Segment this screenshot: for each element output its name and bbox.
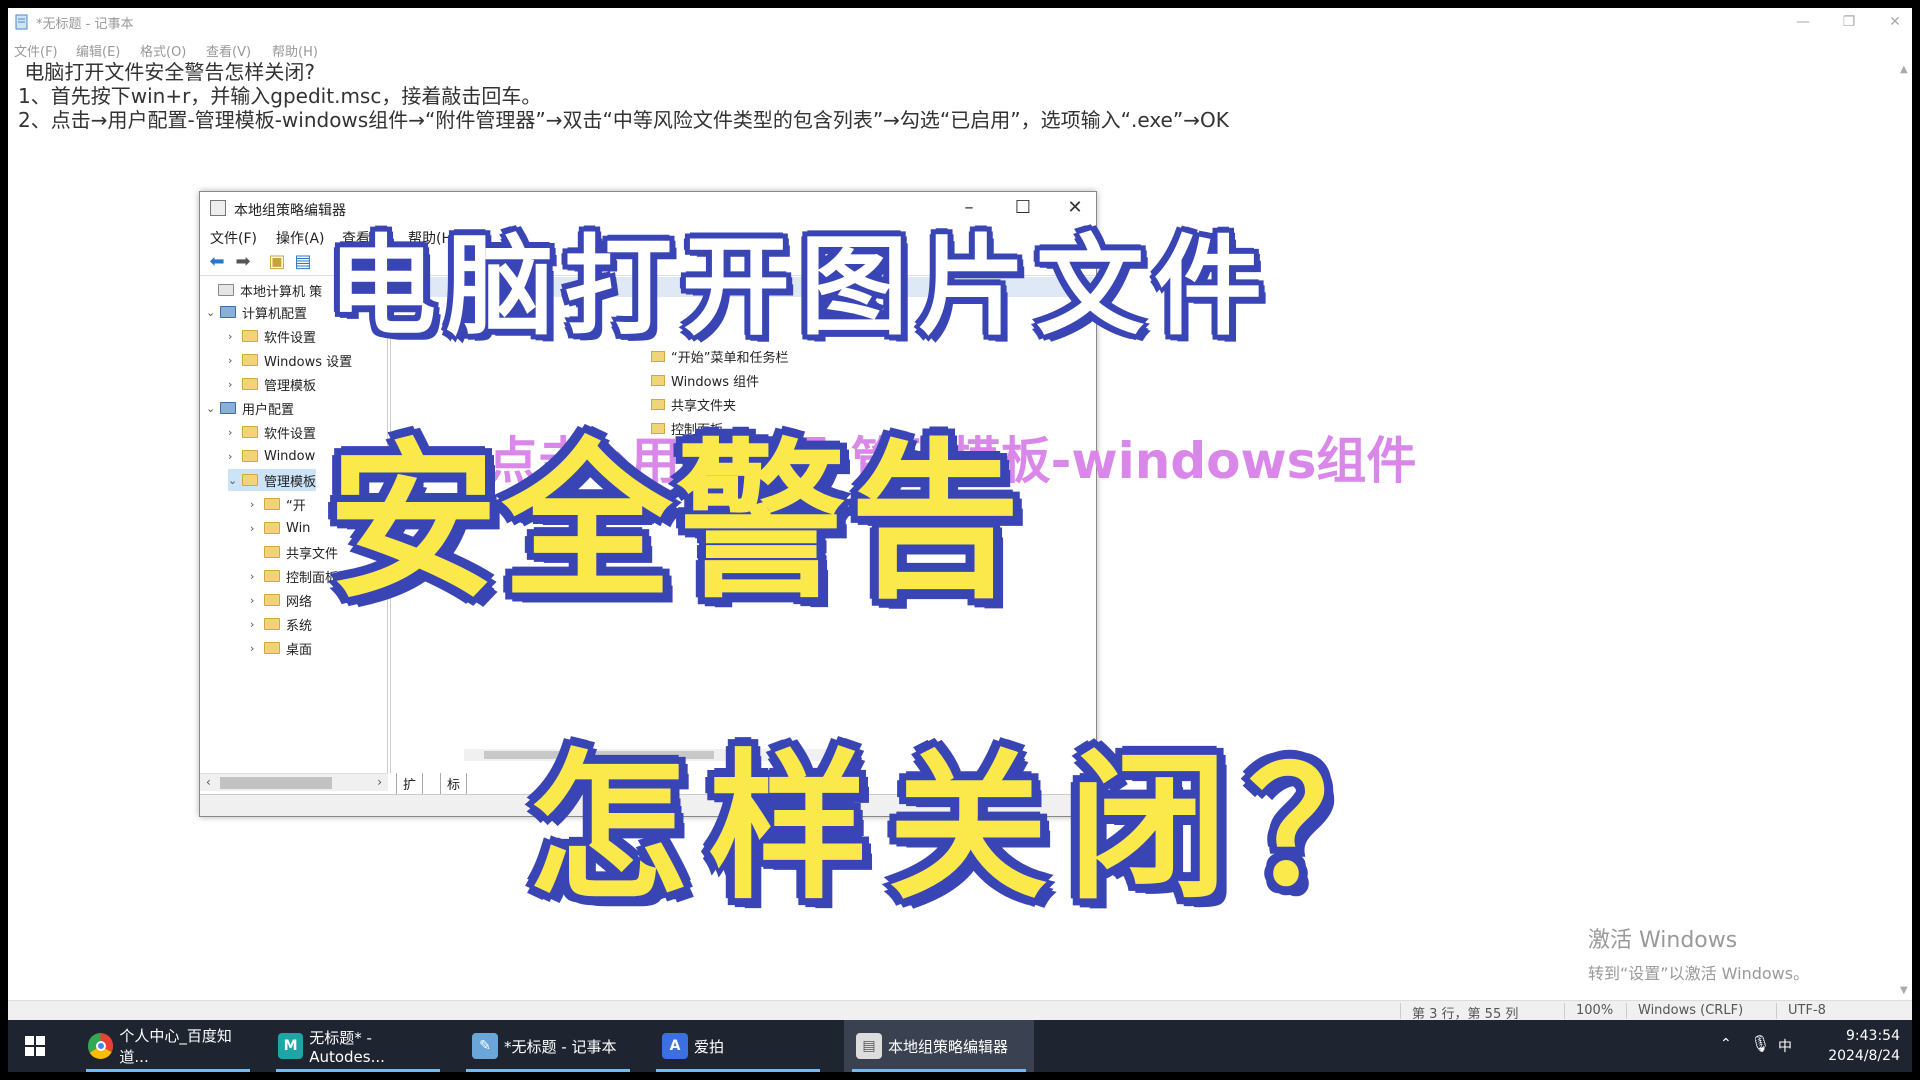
scroll-right-icon[interactable]: › [377,775,382,789]
text-line: 1、首先按下win+r，并输入gpedit.msc，接着敲击回车。 [18,84,542,108]
notepad-text-area[interactable]: 电脑打开文件安全警告怎样关闭? 1、首先按下win+r，并输入gpedit.ms… [18,60,1898,132]
close-button[interactable]: ✕ [1882,12,1908,32]
start-button[interactable] [24,1020,64,1072]
watermark-line2: 转到“设置”以激活 Windows。 [1588,964,1810,983]
clock[interactable]: 9:43:54 2024/8/24 [1828,1026,1900,1066]
tree-item-selected[interactable]: ⌄ 管理模板 [228,469,317,491]
restore-button[interactable]: ❐ [1836,12,1862,32]
taskbar-item[interactable]: ▤ 本地组策略编辑器 [844,1020,1034,1072]
tree-item[interactable]: › “开 [250,493,306,515]
gpedit-menu-action[interactable]: 操作(A) [276,228,325,248]
menu-file[interactable]: 文件(F) [14,41,58,60]
aipai-icon: A [662,1033,688,1059]
gpedit-icon: ▤ [856,1033,882,1059]
menu-view[interactable]: 查看(V) [206,41,251,60]
forward-arrow-icon[interactable]: ➡ [232,252,254,272]
details-item[interactable]: Windows 组件 [651,371,759,390]
up-folder-icon[interactable]: ▣ [266,252,288,272]
back-arrow-icon[interactable]: ⬅ [206,252,228,272]
tree-item[interactable]: › Win [250,517,310,539]
taskbar-item[interactable]: ✎ *无标题 - 记事本 [458,1020,638,1072]
notepad-statusbar: 第 3 行，第 55 列 100% Windows (CRLF) UTF-8 [8,1000,1912,1022]
menu-format[interactable]: 格式(O) [140,41,186,60]
tree-horizontal-scrollbar[interactable]: ‹ › [200,773,388,791]
tree-item[interactable]: › 控制面板 [250,565,338,587]
status-encoding: UTF-8 [1788,1003,1826,1018]
menu-edit[interactable]: 编辑(E) [76,41,120,60]
notepad-titlebar: *无标题 - 记事本 — ❐ ✕ [8,8,1912,36]
scroll-down-icon[interactable]: ▼ [1900,985,1908,996]
gpedit-menu-file[interactable]: 文件(F) [210,228,257,248]
autodesk-maya-icon: M [278,1033,304,1059]
watermark-line1: 激活 Windows [1588,928,1738,953]
taskbar-item[interactable]: M 无标题* - Autodes... [268,1020,448,1072]
notepad-menubar: 文件(F) 编辑(E) 格式(O) 查看(V) 帮助(H) [8,36,1912,60]
minimize-button[interactable]: — [1790,12,1816,32]
notepad-icon: ✎ [472,1033,498,1059]
tree-item[interactable]: › Windows 设置 [228,349,352,371]
gpedit-close-button[interactable]: ✕ [1060,196,1090,220]
scroll-up-icon[interactable]: ▲ [1900,64,1908,75]
overlay-title-line1: 电脑打开图片文件 [328,225,1273,350]
tree-item[interactable]: › 管理模板 [228,373,316,395]
notepad-icon [15,14,28,30]
tree-item[interactable]: › 系统 [250,613,312,635]
screen: *无标题 - 记事本 — ❐ ✕ 文件(F) 编辑(E) 格式(O) 查看(V)… [8,8,1912,1072]
gpedit-minimize-button[interactable]: – [954,196,984,220]
show-hidden-icons-icon[interactable]: ⌃ [1720,1036,1732,1052]
chrome-icon [88,1033,114,1059]
windows-logo-icon [25,1036,45,1056]
details-item[interactable]: 共享文件夹 [651,395,736,414]
menu-help[interactable]: 帮助(H) [272,41,318,60]
overlay-title-line2: 安全警告 [328,424,1025,622]
tree-item[interactable]: 共享文件 [250,541,338,563]
gpedit-maximize-button[interactable]: ☐ [1008,196,1038,220]
scroll-left-icon[interactable]: ‹ [206,775,211,789]
status-zoom: 100% [1576,1003,1614,1018]
text-line: 2、点击→用户配置-管理模板-windows组件→“附件管理器”→双击“中等风险… [18,108,1229,132]
tree-item[interactable]: › 软件设置 [228,325,316,347]
system-tray: ⌃ 🎙 中 9:43:54 2024/8/24 [1720,1020,1900,1072]
clock-time: 9:43:54 [1846,1028,1900,1044]
text-line: 电脑打开文件安全警告怎样关闭? [18,60,315,84]
tree-item[interactable]: ⌄ 计算机配置 [206,301,307,323]
tree-item[interactable]: › 桌面 [250,637,312,659]
gpedit-icon [210,200,226,216]
microphone-icon[interactable]: 🎙 [1750,1034,1770,1053]
taskbar-item[interactable]: A 爱拍 [648,1020,828,1072]
tree-item[interactable]: 本地计算机 策 [204,279,322,301]
status-line-ending: Windows (CRLF) [1638,1003,1744,1018]
show-hide-tree-icon[interactable]: ▤ [292,252,314,272]
scroll-thumb[interactable] [220,777,332,789]
gpedit-title: 本地组策略编辑器 [234,203,346,219]
tree-item[interactable]: › Window [228,445,315,467]
tree-item[interactable]: › 软件设置 [228,421,316,443]
activation-watermark: 激活 Windows 转到“设置”以激活 Windows。 [1588,922,1809,984]
clock-date: 2024/8/24 [1828,1048,1900,1064]
taskbar: 个人中心_百度知道... M 无标题* - Autodes... ✎ *无标题 … [8,1020,1912,1072]
taskbar-item[interactable]: 个人中心_百度知道... [78,1020,258,1072]
tree-item[interactable]: ⌄ 用户配置 [206,397,294,419]
gpedit-titlebar: 本地组策略编辑器 – ☐ ✕ [200,192,1096,224]
tree-item[interactable]: › 网络 [250,589,312,611]
vertical-scrollbar[interactable]: ▲ ▼ [1898,60,1912,1000]
notepad-title: *无标题 - 记事本 [36,17,134,32]
overlay-title-line3: 怎样关闭？ [528,734,1429,921]
ime-indicator[interactable]: 中 [1778,1036,1792,1056]
